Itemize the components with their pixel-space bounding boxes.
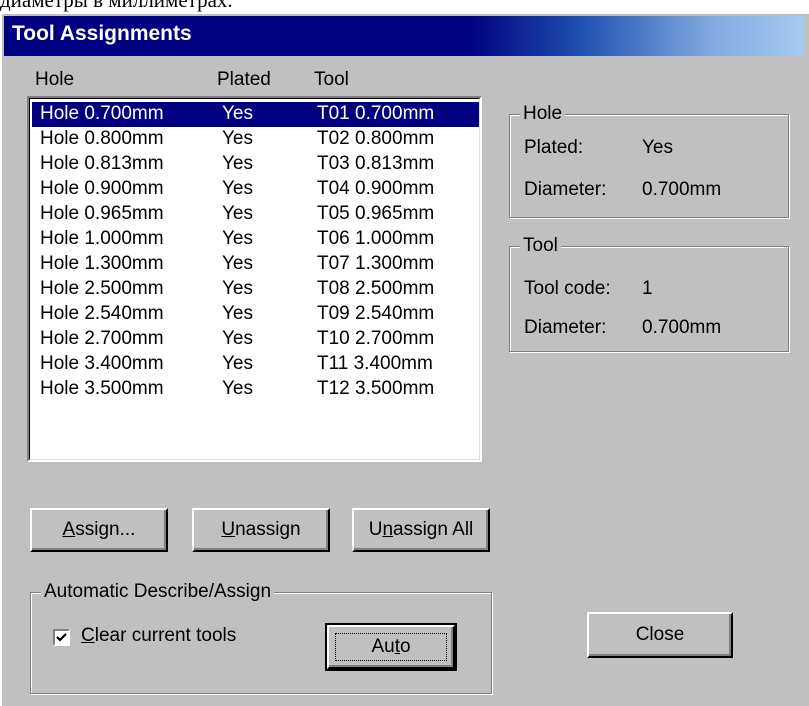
clear-tools-label[interactable]: Clear current tools [81, 625, 236, 647]
row-hole-cell: Hole 2.540mm [40, 303, 164, 324]
assign-button[interactable]: Assign... [30, 508, 168, 552]
list-row[interactable]: Hole 3.400mm Yes T11 3.400mm [32, 352, 479, 377]
row-hole-cell: Hole 3.400mm [40, 353, 164, 374]
unassign-all-button[interactable]: Unassign All [352, 508, 490, 552]
row-tool-cell: T11 3.400mm [317, 353, 433, 374]
row-hole-cell: Hole 3.500mm [40, 378, 164, 399]
hole-group-title: Hole [520, 103, 566, 125]
window-title: Tool Assignments [12, 22, 192, 45]
list-row[interactable]: Hole 2.500mm Yes T08 2.500mm [32, 277, 479, 302]
tool-assignments-dialog: Tool Assignments Hole Plated Tool Hole 0… [0, 12, 809, 706]
unassign-all-button-label-pre: U [368, 519, 383, 540]
row-tool-cell: T12 3.500mm [317, 378, 435, 399]
list-row[interactable]: Hole 2.700mm Yes T10 2.700mm [32, 327, 479, 352]
row-hole-cell: Hole 2.500mm [40, 278, 164, 299]
row-tool-cell: T08 2.500mm [317, 278, 435, 299]
row-tool-cell: T07 1.300mm [317, 253, 435, 274]
auto-button-label-pre: Au [371, 636, 395, 657]
list-row[interactable]: Hole 1.000mm Yes T06 1.000mm [32, 227, 479, 252]
unassign-all-button-label-post: assign All [393, 519, 474, 540]
column-header-hole: Hole [35, 69, 75, 90]
row-plated-cell: Yes [222, 353, 253, 374]
automatic-groupbox: Automatic Describe/Assign Clear current … [30, 581, 492, 694]
unassign-button-label-post: nassign [235, 519, 301, 540]
row-plated-cell: Yes [222, 378, 253, 399]
row-hole-cell: Hole 0.965mm [40, 203, 164, 224]
row-plated-cell: Yes [222, 253, 253, 274]
row-plated-cell: Yes [222, 303, 253, 324]
listbox-rows: Hole 0.700mm Yes T01 0.700mm Hole 0.800mm Ye… [29, 98, 480, 460]
row-hole-cell: Hole 0.813mm [40, 153, 164, 174]
row-plated-cell: Yes [222, 103, 253, 124]
document-caption-text: диаметры в миллиметрах. [0, 0, 233, 12]
row-plated-cell: Yes [222, 203, 253, 224]
assign-button-label-post: ssign... [75, 519, 136, 540]
row-tool-cell: T10 2.700mm [317, 328, 435, 349]
title-bar[interactable]: Tool Assignments [4, 16, 804, 56]
list-row[interactable]: Hole 0.900mm Yes T04 0.900mm [32, 177, 479, 202]
clear-tools-checkbox[interactable] [53, 629, 70, 646]
hole-tool-listbox[interactable]: Hole 0.700mm Yes T01 0.700mm Hole 0.800mm Ye… [27, 96, 482, 462]
list-row[interactable]: Hole 1.300mm Yes T07 1.300mm [32, 252, 479, 277]
column-header-tool: Tool [314, 69, 349, 90]
clear-tools-label-key: C [81, 625, 95, 646]
row-tool-cell: T09 2.540mm [317, 303, 435, 324]
row-hole-cell: Hole 1.000mm [40, 228, 164, 249]
close-button-label: Close [635, 624, 685, 645]
list-row[interactable]: Hole 3.500mm Yes T12 3.500mm [32, 377, 479, 402]
tool-code-value: 1 [642, 278, 653, 299]
checkmark-icon [56, 633, 67, 642]
auto-button-label-post: o [399, 636, 411, 657]
tool-code-label: Tool code: [524, 278, 611, 299]
row-hole-cell: Hole 1.300mm [40, 253, 164, 274]
tool-groupbox: Tool Tool code: 1 Diameter: 0.700mm [509, 235, 789, 352]
row-tool-cell: T04 0.900mm [317, 178, 435, 199]
row-plated-cell: Yes [222, 228, 253, 249]
tool-diameter-value: 0.700mm [642, 317, 722, 338]
plated-value: Yes [642, 137, 673, 158]
hole-diameter-value: 0.700mm [642, 179, 722, 200]
row-tool-cell: T06 1.000mm [317, 228, 435, 249]
list-row[interactable]: Hole 0.800mm Yes T02 0.800mm [32, 127, 479, 152]
unassign-button[interactable]: Unassign [192, 508, 330, 552]
hole-groupbox: Hole Plated: Yes Diameter: 0.700mm [509, 103, 789, 218]
row-hole-cell: Hole 0.800mm [40, 128, 164, 149]
row-hole-cell: Hole 0.700mm [40, 103, 164, 124]
row-plated-cell: Yes [222, 178, 253, 199]
row-hole-cell: Hole 2.700mm [40, 328, 164, 349]
row-plated-cell: Yes [222, 128, 253, 149]
row-hole-cell: Hole 0.900mm [40, 178, 164, 199]
row-plated-cell: Yes [222, 278, 253, 299]
row-tool-cell: T05 0.965mm [317, 203, 435, 224]
row-plated-cell: Yes [222, 328, 253, 349]
automatic-group-title: Automatic Describe/Assign [41, 581, 275, 603]
list-row[interactable]: Hole 0.700mm Yes T01 0.700mm [32, 102, 479, 127]
list-row[interactable]: Hole 0.965mm Yes T05 0.965mm [32, 202, 479, 227]
row-tool-cell: T02 0.800mm [317, 128, 435, 149]
plated-label: Plated: [524, 137, 584, 158]
unassign-button-label-key: U [221, 519, 236, 540]
row-tool-cell: T01 0.700mm [317, 103, 435, 124]
list-row[interactable]: Hole 2.540mm Yes T09 2.540mm [32, 302, 479, 327]
tool-group-title: Tool [520, 235, 561, 257]
close-button[interactable]: Close [587, 612, 733, 658]
auto-button[interactable]: Auto [325, 623, 457, 671]
unassign-all-button-label-key: n [382, 519, 394, 540]
tool-diameter-label: Diameter: [524, 317, 607, 338]
assign-button-label-key: A [62, 519, 76, 540]
clear-tools-label-post: lear current tools [94, 625, 237, 646]
row-tool-cell: T03 0.813mm [317, 153, 435, 174]
row-plated-cell: Yes [222, 153, 253, 174]
list-row[interactable]: Hole 0.813mm Yes T03 0.813mm [32, 152, 479, 177]
hole-diameter-label: Diameter: [524, 179, 607, 200]
column-header-plated: Plated [217, 69, 271, 90]
